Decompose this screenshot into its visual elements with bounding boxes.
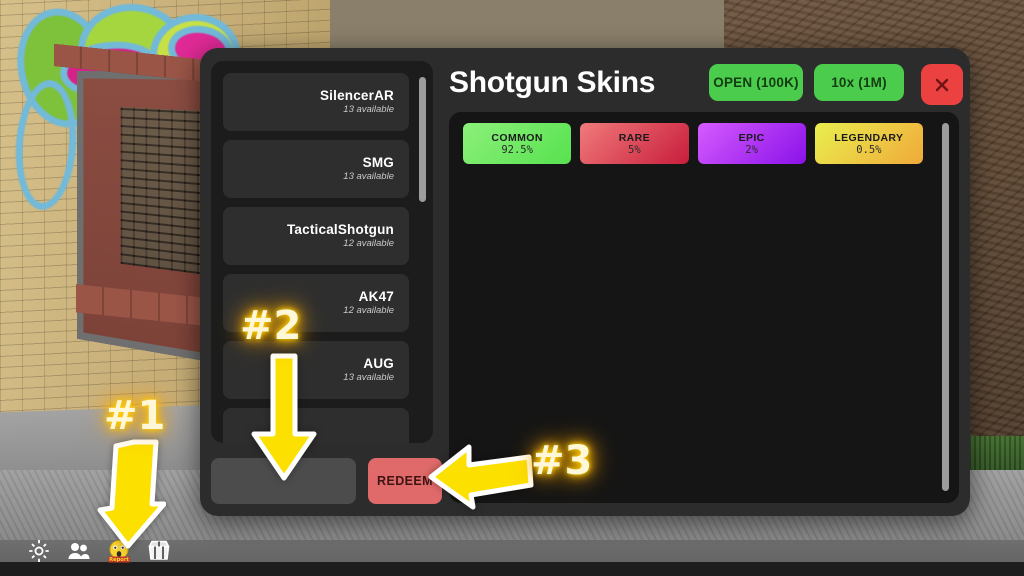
annotation-label-3: #3 <box>531 438 593 484</box>
rarity-common: COMMON 92.5% <box>463 123 572 164</box>
list-item-count: 13 available <box>343 372 394 383</box>
rarity-label: COMMON <box>491 131 543 144</box>
open-10x-button[interactable]: 10x (1M) <box>814 64 904 101</box>
list-item-count: 13 available <box>343 104 394 115</box>
annotation-label-2: #2 <box>240 303 302 349</box>
list-item-count: 12 available <box>343 305 394 316</box>
list-item-count: 13 available <box>343 171 394 182</box>
open-button[interactable]: OPEN (100K) <box>709 64 803 101</box>
annotation-arrow-3 <box>425 441 535 511</box>
rarity-legend: COMMON 92.5% RARE 5% EPIC 2% LEGENDARY 0… <box>463 123 923 164</box>
content-scrollbar[interactable] <box>942 123 949 491</box>
rarity-percent: 2% <box>745 143 758 156</box>
annotation-arrow-2 <box>248 352 320 484</box>
settings-gear-icon[interactable] <box>26 538 52 564</box>
close-x-icon[interactable] <box>921 64 963 105</box>
rarity-percent: 92.5% <box>501 143 533 156</box>
list-item-name: TacticalShotgun <box>286 222 394 237</box>
friends-people-icon[interactable] <box>66 538 92 564</box>
list-item-name: AUG <box>363 356 394 371</box>
list-item-name: AK47 <box>358 289 394 304</box>
rarity-percent: 0.5% <box>856 143 882 156</box>
rarity-rare: RARE 5% <box>580 123 689 164</box>
svg-text:Report: Report <box>109 557 129 563</box>
list-item-name: SMG <box>362 155 394 170</box>
page-title: Shotgun Skins <box>449 66 656 99</box>
rarity-percent: 5% <box>628 143 641 156</box>
list-item-count: 12 available <box>343 238 394 249</box>
rarity-label: LEGENDARY <box>834 131 904 144</box>
taskbar-strip <box>0 562 1024 576</box>
list-item[interactable]: SMG 13 available <box>223 140 409 198</box>
weapon-list-sidebar[interactable]: SilencerAR 13 available SMG 13 available… <box>211 61 433 443</box>
rarity-label: EPIC <box>738 131 765 144</box>
list-item-name: SilencerAR <box>319 88 394 103</box>
annotation-arrow-1 <box>94 438 166 550</box>
annotation-label-1: #1 <box>104 393 166 439</box>
rarity-label: RARE <box>618 131 651 144</box>
list-item[interactable]: TacticalShotgun 12 available <box>223 207 409 265</box>
rarity-epic: EPIC 2% <box>697 123 806 164</box>
list-item[interactable]: SilencerAR 13 available <box>223 73 409 131</box>
sidebar-scrollbar[interactable] <box>419 77 426 202</box>
rarity-legendary: LEGENDARY 0.5% <box>814 123 923 164</box>
